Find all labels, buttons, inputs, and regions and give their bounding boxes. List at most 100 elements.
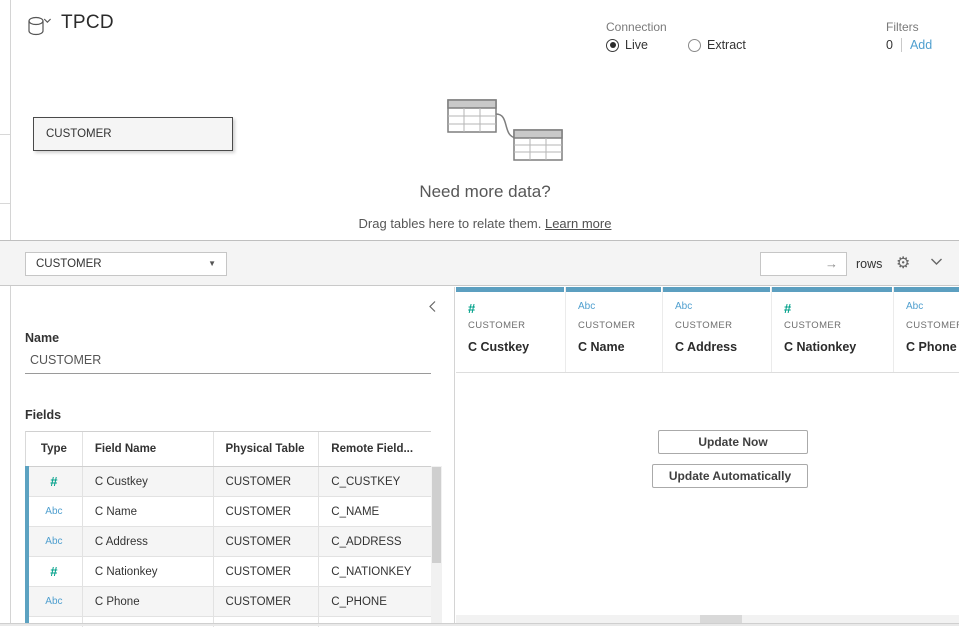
scrollbar-thumb[interactable]	[700, 615, 742, 623]
need-more-data-title: Need more data?	[11, 182, 959, 202]
field-name-cell: C Address	[83, 527, 214, 556]
fields-table-selection-bar	[25, 466, 29, 626]
filters-row: 0 Add	[886, 38, 932, 52]
physical-table-cell: CUSTOMER	[214, 467, 320, 496]
name-label: Name	[25, 331, 59, 345]
string-type-icon: Abc	[578, 301, 662, 317]
table-select-dropdown[interactable]: CUSTOMER ▼	[25, 252, 227, 276]
grid-column-c-nationkey[interactable]: # CUSTOMER C Nationkey	[772, 287, 894, 372]
col-header-type[interactable]: Type	[26, 432, 83, 466]
string-type-icon: Abc	[26, 497, 83, 526]
string-type-icon: Abc	[675, 301, 771, 317]
physical-table-cell: CUSTOMER	[214, 587, 320, 616]
table-row[interactable]: Abc C Phone CUSTOMER C_PHONE	[26, 587, 431, 617]
filters-label: Filters	[886, 20, 919, 34]
radio-extract-circle[interactable]	[688, 39, 701, 52]
column-table-name: CUSTOMER	[578, 320, 662, 331]
fields-table-scrollbar[interactable]	[431, 466, 442, 626]
column-table-name: CUSTOMER	[784, 320, 893, 331]
data-preview-grid: # CUSTOMER C Custkey Abc CUSTOMER C Name…	[456, 287, 959, 626]
gear-icon[interactable]: ⚙	[896, 253, 910, 273]
table-row[interactable]: # C Nationkey CUSTOMER C_NATIONKEY	[26, 557, 431, 587]
relate-tables-illustration-icon	[426, 92, 566, 164]
rows-count-input[interactable]	[761, 253, 821, 275]
column-table-name: CUSTOMER	[675, 320, 771, 331]
learn-more-link[interactable]: Learn more	[545, 216, 611, 231]
string-type-icon: Abc	[26, 527, 83, 556]
col-header-field-name[interactable]: Field Name	[83, 432, 214, 466]
grid-header-divider	[456, 372, 959, 373]
strip-divider	[0, 203, 10, 204]
fields-label: Fields	[25, 408, 61, 422]
grid-column-c-phone[interactable]: Abc CUSTOMER C Phone	[894, 287, 959, 372]
radio-live[interactable]: Live	[606, 38, 648, 52]
column-field-name[interactable]: C Nationkey	[784, 340, 893, 354]
drag-tables-hint: Drag tables here to relate them. Learn m…	[11, 216, 959, 231]
physical-table-cell: CUSTOMER	[214, 497, 320, 526]
table-row[interactable]: # C Custkey CUSTOMER C_CUSTKEY	[26, 467, 431, 497]
fields-table-header: Type Field Name Physical Table Remote Fi…	[26, 432, 431, 467]
radio-live-circle[interactable]	[606, 39, 619, 52]
field-name-cell: C Name	[83, 497, 214, 526]
col-header-physical-table[interactable]: Physical Table	[214, 432, 320, 466]
name-input[interactable]: CUSTOMER	[30, 353, 101, 367]
physical-table-cell: CUSTOMER	[214, 557, 320, 586]
grid-column-c-custkey[interactable]: # CUSTOMER C Custkey	[456, 287, 566, 372]
number-type-icon: #	[468, 301, 565, 317]
grid-column-c-address[interactable]: Abc CUSTOMER C Address	[663, 287, 772, 372]
field-name-cell: C Phone	[83, 587, 214, 616]
relationship-canvas: TPCD Connection Live Extract Filters 0 A…	[11, 0, 959, 240]
scrollbar-thumb[interactable]	[432, 467, 441, 563]
strip-divider	[0, 134, 10, 135]
rows-count-field[interactable]: →	[760, 252, 847, 276]
remote-field-cell: C_NATIONKEY	[319, 557, 431, 586]
name-input-underline	[25, 373, 431, 374]
number-type-icon: #	[26, 557, 83, 586]
chevron-down-icon: ▼	[208, 253, 216, 275]
remote-field-cell: C_CUSTKEY	[319, 467, 431, 496]
divider	[901, 38, 902, 52]
column-table-name: CUSTOMER	[468, 320, 565, 331]
page-title: TPCD	[61, 12, 114, 34]
update-automatically-button[interactable]: Update Automatically	[652, 464, 808, 488]
update-now-button[interactable]: Update Now	[658, 430, 808, 454]
logical-table-customer[interactable]: CUSTOMER	[33, 117, 233, 151]
remote-field-cell: C_PHONE	[319, 587, 431, 616]
radio-live-label: Live	[625, 38, 648, 52]
column-table-name: CUSTOMER	[906, 320, 959, 331]
table-select-value: CUSTOMER	[36, 258, 102, 270]
string-type-icon: Abc	[26, 587, 83, 616]
chevron-down-icon[interactable]	[930, 257, 943, 266]
data-source-icon[interactable]	[25, 14, 59, 40]
left-pane-collapsed-strip[interactable]	[0, 0, 11, 626]
remote-field-cell: C_ADDRESS	[319, 527, 431, 556]
column-field-name[interactable]: C Custkey	[468, 340, 565, 354]
drag-tables-hint-text: Drag tables here to relate them.	[359, 216, 545, 231]
fields-table: Type Field Name Physical Table Remote Fi…	[25, 431, 431, 626]
grid-column-c-name[interactable]: Abc CUSTOMER C Name	[566, 287, 663, 372]
number-type-icon: #	[26, 467, 83, 496]
radio-extract-label: Extract	[707, 38, 746, 52]
table-details-toolbar: CUSTOMER ▼ → rows ⚙	[0, 240, 959, 286]
radio-extract[interactable]: Extract	[688, 38, 746, 52]
field-name-cell: C Nationkey	[83, 557, 214, 586]
field-properties-panel: Name CUSTOMER Fields Type Field Name Phy…	[11, 287, 455, 626]
rows-label: rows	[856, 257, 882, 271]
field-name-cell: C Custkey	[83, 467, 214, 496]
column-field-name[interactable]: C Phone	[906, 340, 959, 354]
column-field-name[interactable]: C Address	[675, 340, 771, 354]
number-type-icon: #	[784, 301, 893, 317]
arrow-right-icon[interactable]: →	[825, 256, 838, 271]
data-grid-horizontal-scrollbar[interactable]	[456, 615, 959, 623]
collapse-panel-icon[interactable]	[428, 300, 437, 313]
table-row[interactable]: Abc C Address CUSTOMER C_ADDRESS	[26, 527, 431, 557]
connection-label: Connection	[606, 20, 667, 34]
table-row[interactable]: Abc C Name CUSTOMER C_NAME	[26, 497, 431, 527]
filters-add-link[interactable]: Add	[910, 38, 932, 52]
filters-count: 0	[886, 38, 893, 52]
column-field-name[interactable]: C Name	[578, 340, 662, 354]
string-type-icon: Abc	[906, 301, 959, 317]
physical-table-cell: CUSTOMER	[214, 527, 320, 556]
remote-field-cell: C_NAME	[319, 497, 431, 526]
col-header-remote-field[interactable]: Remote Field...	[319, 432, 431, 466]
